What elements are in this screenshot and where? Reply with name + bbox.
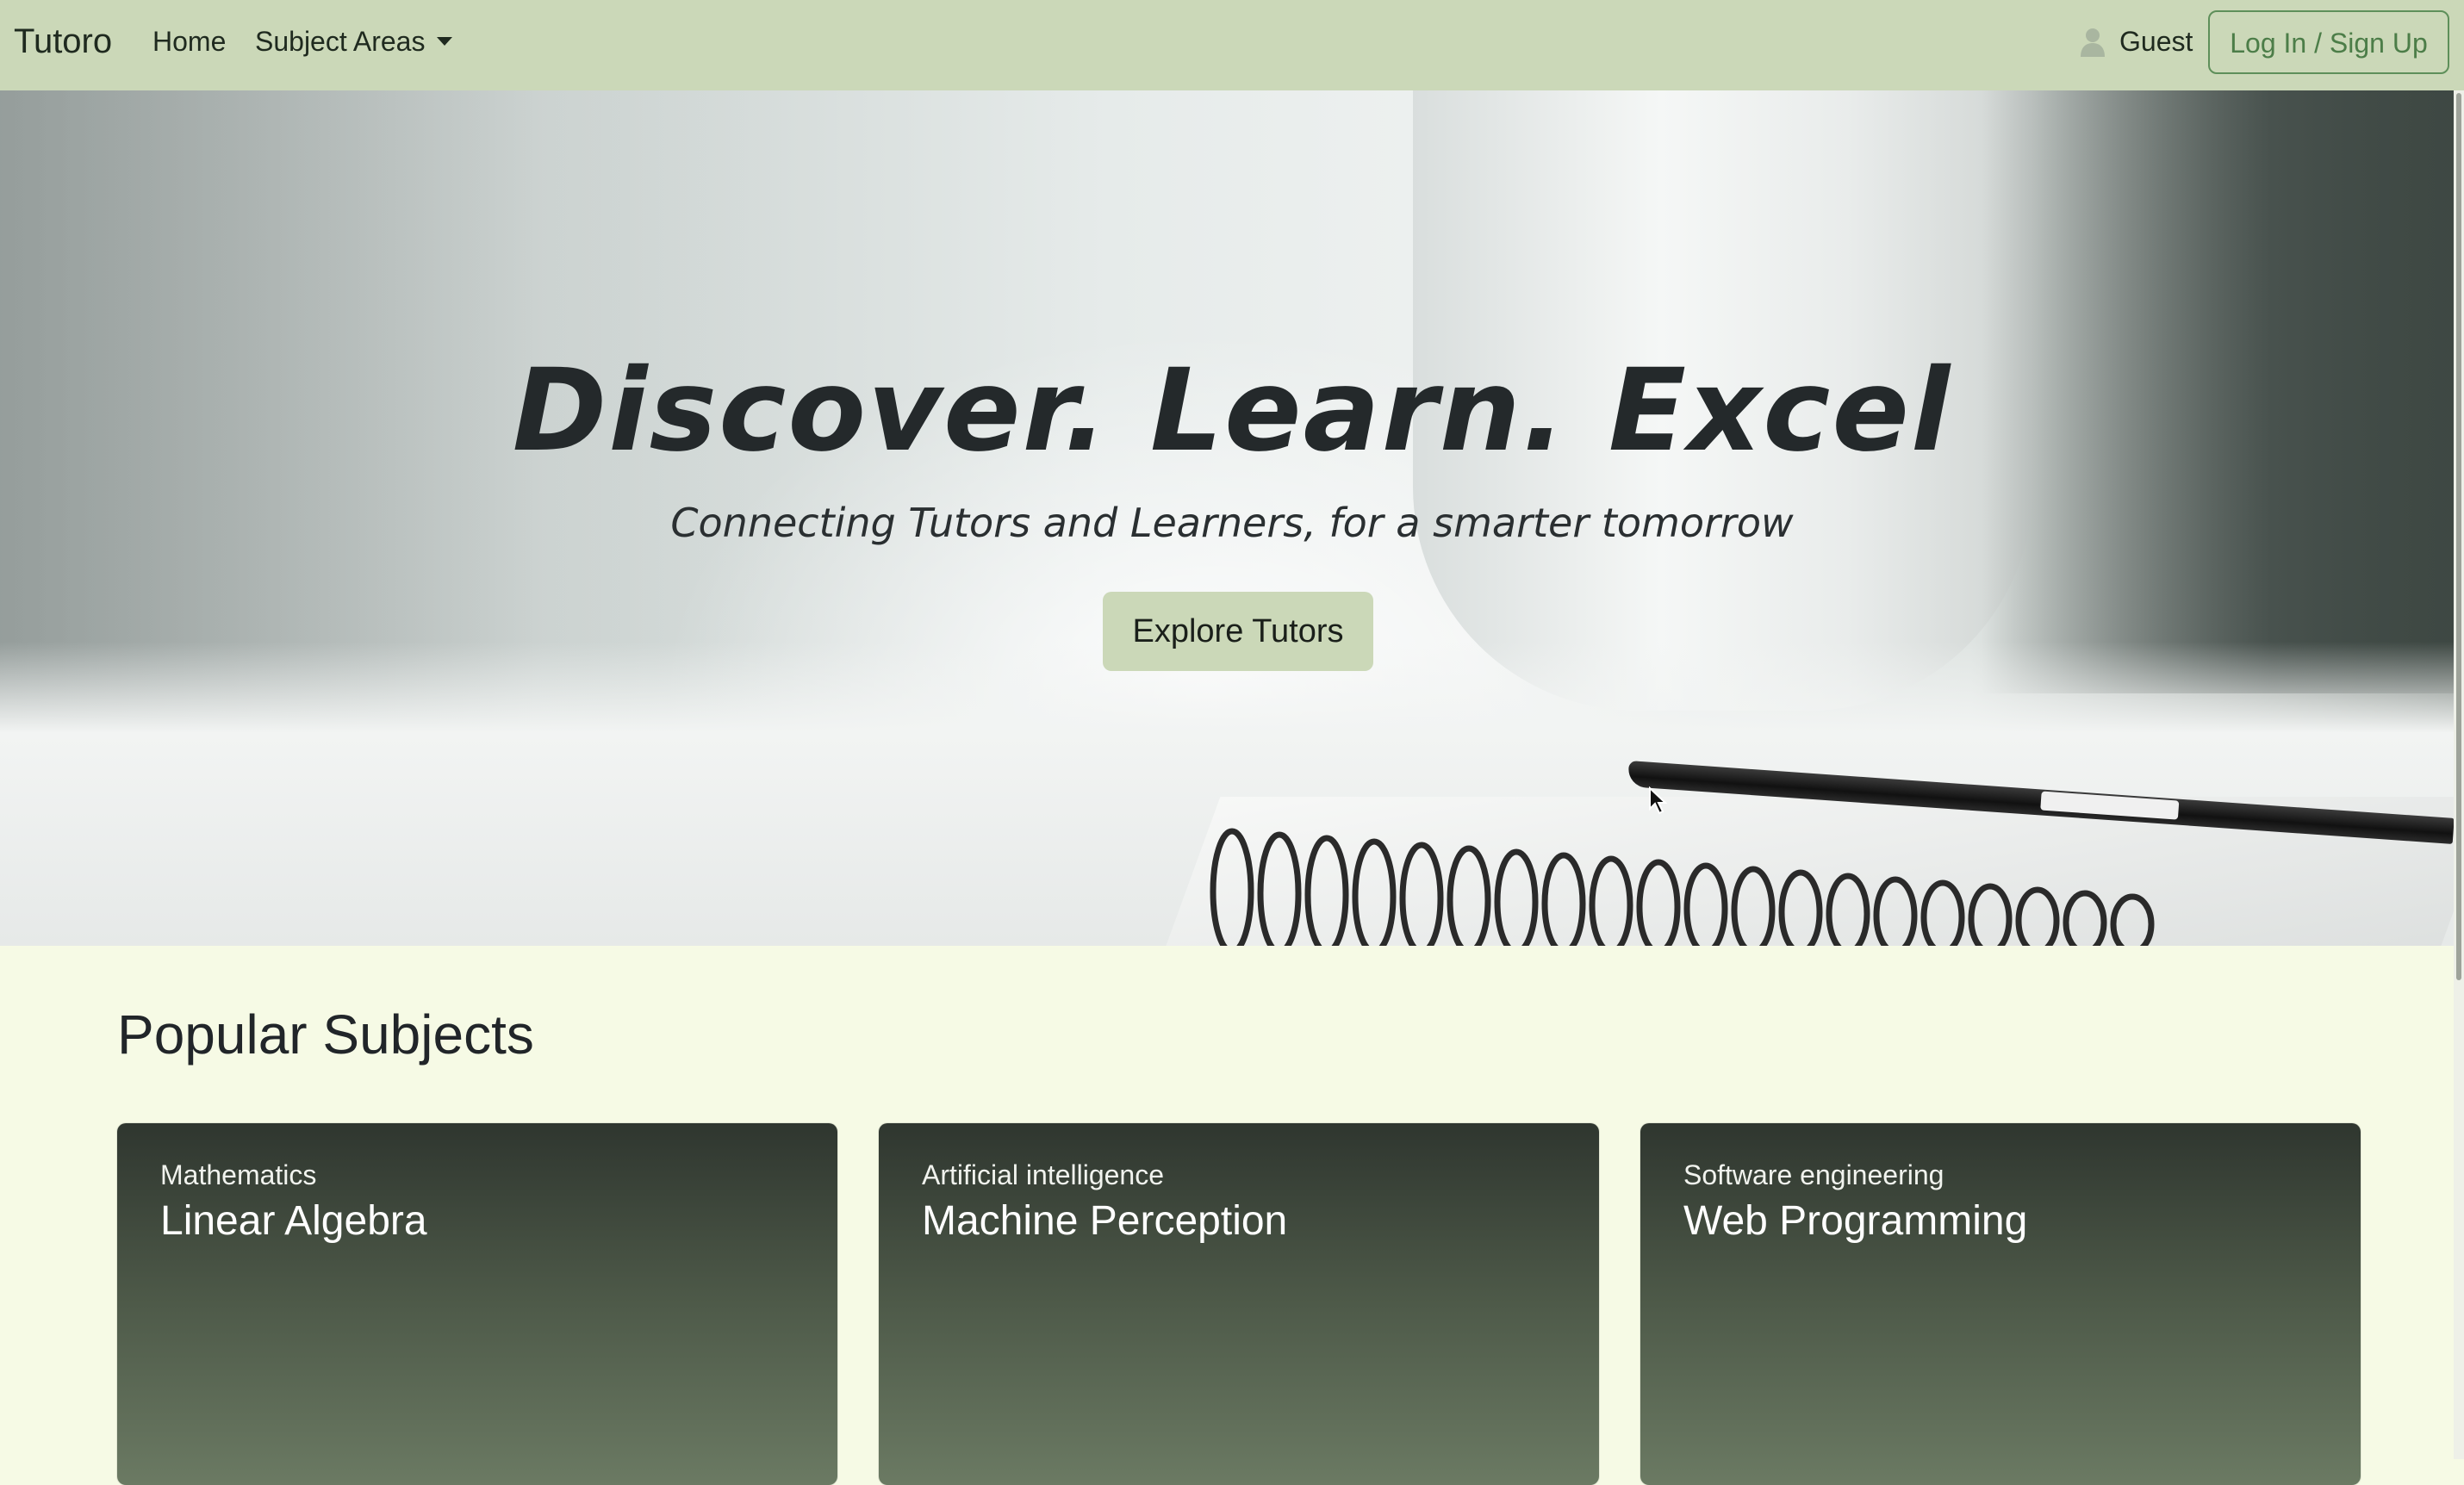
navbar: Tutoro Home Subject Areas Guest Log In /… [0,0,2464,90]
nav-subject-areas-label: Subject Areas [255,26,426,57]
chevron-down-icon [437,37,453,46]
subject-card-title: Machine Perception [922,1198,1288,1244]
nav-subject-areas-dropdown[interactable]: Subject Areas [255,26,453,58]
popular-subjects-heading: Popular Subjects [117,1003,534,1066]
subject-card-category: Software engineering [1683,1159,1944,1190]
scrollbar-thumb[interactable] [2456,93,2461,980]
user-icon [2081,28,2105,57]
nav-home-link[interactable]: Home [152,26,226,58]
mouse-cursor-icon [1649,786,1667,815]
brand-logo[interactable]: Tutoro [14,22,112,61]
subject-card-category: Artificial intelligence [922,1159,1165,1190]
subject-card-title: Linear Algebra [160,1198,427,1244]
subject-card-machine-perception[interactable]: Artificial intelligence Machine Percepti… [879,1123,1599,1485]
explore-tutors-button[interactable]: Explore Tutors [1103,592,1373,671]
hero-banner: Discover. Learn. Excel Connecting Tutors… [0,90,2464,946]
subject-card-web-programming[interactable]: Software engineering Web Programming [1640,1123,2361,1485]
subject-card-title: Web Programming [1683,1198,2028,1244]
user-name: Guest [2119,26,2193,57]
subject-card-linear-algebra[interactable]: Mathematics Linear Algebra [117,1123,837,1485]
hero-title: Discover. Learn. Excel [512,345,1952,477]
login-signup-button[interactable]: Log In / Sign Up [2208,10,2449,74]
subject-card-category: Mathematics [160,1159,317,1190]
hero-subtitle: Connecting Tutors and Learners, for a sm… [670,500,1794,546]
